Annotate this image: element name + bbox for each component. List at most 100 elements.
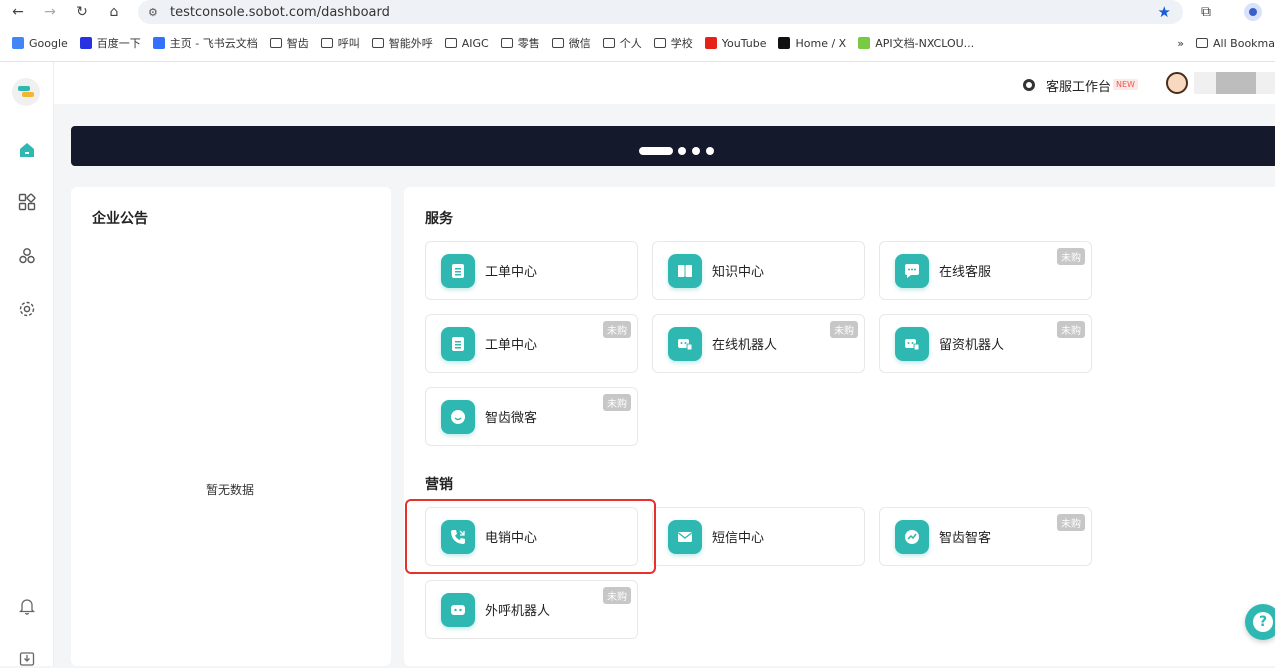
home-icon[interactable]: ⌂: [104, 2, 124, 22]
apps-grid-icon[interactable]: [17, 192, 37, 212]
robot-icon: [895, 326, 929, 361]
module-card-ticket-center-2[interactable]: 工单中心 未购: [425, 314, 638, 373]
bookmarks-bar: Google 百度一下 主页 - 飞书云文档 智齿 呼叫 智能外呼 AIGC 零售 微信 个人 学校…: [0, 32, 1275, 54]
bookmark-item[interactable]: 微信: [551, 35, 591, 51]
bookmark-item[interactable]: 呼叫: [320, 35, 360, 51]
trend-icon: [895, 519, 929, 554]
module-card-ticket-center[interactable]: 工单中心: [425, 241, 638, 300]
baidu-icon: [79, 37, 92, 49]
module-card-sobot-weike[interactable]: 智齿微客 未购: [425, 387, 638, 446]
bookmark-item[interactable]: 智齿: [269, 35, 309, 51]
all-bookmarks-button[interactable]: All Bookma: [1196, 37, 1275, 50]
bookmark-item[interactable]: API文档-NXCLOU...: [858, 35, 974, 51]
marketing-title: 营销: [425, 477, 453, 493]
mail-icon: [668, 519, 702, 554]
site-settings-icon[interactable]: ⚙: [148, 6, 158, 19]
not-purchased-badge: 未购: [1057, 248, 1085, 265]
folder-icon: [551, 38, 564, 48]
announcement-panel: 企业公告 暂无数据: [71, 187, 391, 666]
forward-arrow-icon[interactable]: →: [40, 2, 60, 22]
module-label: 留资机器人: [939, 338, 1005, 353]
bookmark-item[interactable]: 主页 - 飞书云文档: [152, 35, 258, 51]
download-icon[interactable]: [17, 648, 37, 668]
modules-panel: 服务 营销 工单中心 知识中心 在线客服 未购 工单中心 未购 在线机器人 未购 留资机器人 未购…: [404, 187, 1275, 666]
bookmark-label: 个人: [619, 37, 642, 50]
module-card-lead-robot[interactable]: 留资机器人 未购: [879, 314, 1092, 373]
bookmark-item[interactable]: 百度一下: [79, 35, 141, 51]
youtube-icon: [704, 37, 717, 49]
module-card-knowledge-center[interactable]: 知识中心: [652, 241, 865, 300]
bookmark-item[interactable]: Google: [12, 37, 68, 50]
workbench-link[interactable]: 客服工作台: [1046, 76, 1111, 95]
all-bookmarks-label: All Bookma: [1213, 36, 1275, 50]
bookmark-item[interactable]: AIGC: [444, 36, 489, 50]
bookmark-label: AIGC: [461, 36, 489, 50]
x-icon: [778, 37, 791, 49]
module-label: 短信中心: [712, 531, 765, 546]
face-icon: [441, 399, 475, 434]
help-question-icon: ?: [1253, 612, 1273, 632]
tv-icon: [441, 592, 475, 627]
module-label: 智齿微客: [485, 411, 538, 426]
top-header: 客服工作台 NEW: [54, 62, 1275, 104]
not-purchased-badge: 未购: [1057, 514, 1085, 531]
avatar[interactable]: [1166, 72, 1188, 94]
banner-dot[interactable]: [678, 147, 686, 155]
feishu-icon: [152, 37, 165, 49]
bookmark-item[interactable]: YouTube: [704, 36, 767, 50]
module-label: 知识中心: [712, 265, 765, 280]
services-title: 服务: [425, 211, 453, 227]
bookmark-item[interactable]: 智能外呼: [371, 35, 433, 51]
headset-icon[interactable]: [1022, 77, 1036, 91]
extensions-icon[interactable]: ⧉: [1196, 2, 1216, 22]
banner-dot[interactable]: [706, 147, 714, 155]
bookmark-star-icon[interactable]: ★: [1158, 3, 1171, 21]
bookmark-label: 学校: [670, 37, 693, 50]
profile-icon[interactable]: [1244, 3, 1262, 21]
app-logo-icon: [12, 78, 40, 106]
module-label: 工单中心: [485, 338, 538, 353]
username-redacted: [1194, 72, 1275, 94]
address-bar[interactable]: ⚙ testconsole.sobot.com/dashboard ★: [138, 0, 1183, 24]
folder-icon: [1196, 38, 1209, 48]
reload-icon[interactable]: ↻: [72, 2, 92, 22]
banner-dot[interactable]: [692, 147, 700, 155]
more-bookmarks-button[interactable]: »: [1177, 37, 1184, 50]
not-purchased-badge: 未购: [1057, 321, 1085, 338]
bookmark-label: API文档-NXCLOU...: [875, 37, 975, 50]
settings-gear-icon[interactable]: [17, 299, 37, 319]
module-label: 在线机器人: [712, 338, 778, 353]
back-arrow-icon[interactable]: ←: [8, 2, 28, 22]
module-card-telesales-center[interactable]: 电销中心: [425, 507, 638, 566]
folder-icon: [500, 38, 513, 48]
bookmark-item[interactable]: 零售: [500, 35, 540, 51]
module-card-online-robot[interactable]: 在线机器人 未购: [652, 314, 865, 373]
folder-icon: [320, 38, 333, 48]
browser-chrome: ← → ↻ ⌂ ⚙ testconsole.sobot.com/dashboar…: [0, 0, 1275, 62]
module-label: 电销中心: [485, 531, 538, 546]
bookmark-item[interactable]: 学校: [653, 35, 693, 51]
bookmark-label: Home / X: [795, 36, 847, 50]
module-card-online-service[interactable]: 在线客服 未购: [879, 241, 1092, 300]
empty-state-text: 暂无数据: [206, 483, 255, 497]
module-card-outbound-robot[interactable]: 外呼机器人 未购: [425, 580, 638, 639]
bookmark-label: 智齿: [286, 37, 309, 50]
folder-icon: [269, 38, 282, 48]
doc-icon: [441, 253, 475, 288]
bookmark-label: YouTube: [721, 36, 767, 50]
module-label: 智齿智客: [939, 531, 992, 546]
app-sidebar: [0, 62, 54, 666]
module-card-sobot-zhike[interactable]: 智齿智客 未购: [879, 507, 1092, 566]
banner-dot-active[interactable]: [639, 147, 673, 155]
help-button[interactable]: ?: [1245, 604, 1275, 640]
bookmark-item[interactable]: Home / X: [778, 37, 846, 50]
home-nav-icon[interactable]: [17, 140, 37, 160]
notification-bell-icon[interactable]: [17, 596, 37, 616]
user-group-icon[interactable]: [17, 246, 37, 266]
chat-icon: [895, 253, 929, 288]
bookmark-item[interactable]: 个人: [602, 35, 642, 51]
module-card-sms-center[interactable]: 短信中心: [652, 507, 865, 566]
folder-icon: [444, 38, 457, 48]
bookmark-label: 呼叫: [337, 37, 360, 50]
promo-banner[interactable]: [71, 126, 1275, 166]
